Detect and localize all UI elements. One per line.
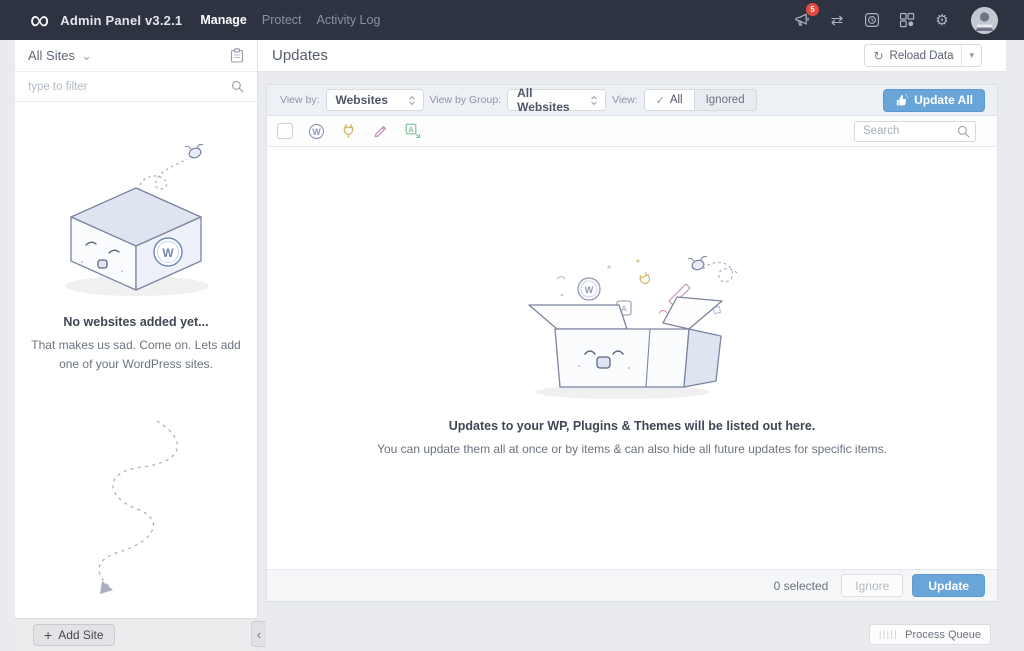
page-title: Updates (272, 47, 328, 64)
update-button[interactable]: Update (912, 574, 985, 597)
svg-text:W: W (585, 285, 594, 295)
dotted-squiggle-decoration (57, 416, 197, 606)
check-icon: ✓ (656, 94, 665, 107)
view-all-label: All (670, 94, 683, 106)
sidebar-filter-row (15, 72, 257, 102)
sites-dropdown-row: All Sites ⌄ (15, 40, 257, 72)
sync-icon[interactable]: ⇄ (827, 10, 847, 30)
view-by-group-value: All Websites (517, 86, 581, 114)
view-ignored-label: Ignored (706, 94, 745, 106)
reload-label: Reload Data (890, 50, 962, 62)
view-label: View: (612, 94, 638, 106)
empty-state-subtitle: You can update them all at once or by it… (377, 442, 887, 456)
updates-toolbar: W A (267, 116, 997, 147)
select-arrows-icon (589, 94, 599, 107)
queue-bars-icon: ||||| (879, 630, 898, 639)
thumbs-up-icon (895, 94, 908, 107)
view-toggle-group: ✓ All Ignored (644, 89, 757, 111)
update-all-button[interactable]: Update All (883, 89, 985, 112)
process-queue-button[interactable]: ||||| Process Queue (869, 624, 991, 645)
navbar-icons: 5 ⇄ ⚙ (792, 7, 998, 34)
updates-filter-bar: View by: Websites View by Group: All Web… (267, 85, 997, 116)
settings-gear-icon[interactable]: ⚙ (932, 10, 952, 30)
select-all-checkbox[interactable] (277, 123, 293, 139)
sites-sidebar: All Sites ⌄ (15, 40, 258, 651)
main-nav: Manage Protect Activity Log (200, 13, 380, 27)
svg-text:W: W (312, 127, 321, 137)
view-all-toggle[interactable]: ✓ All (645, 90, 695, 110)
site-filter-input[interactable] (28, 81, 244, 93)
caret-down-icon[interactable]: ▾ (962, 50, 981, 61)
top-navbar: ∞ Admin Panel v3.2.1 Manage Protect Acti… (0, 0, 1024, 40)
plus-icon: + (44, 628, 52, 642)
sidebar-empty-title: No websites added yet... (15, 315, 257, 329)
empty-box-illustration: W (49, 138, 224, 303)
announcements-icon[interactable]: 5 (792, 10, 812, 30)
view-by-group-select[interactable]: All Websites (507, 89, 606, 111)
user-avatar[interactable] (971, 7, 998, 34)
nav-protect[interactable]: Protect (262, 13, 302, 27)
view-ignored-toggle[interactable]: Ignored (695, 90, 756, 110)
plugin-filter-icon[interactable] (340, 123, 357, 140)
infinity-logo-icon: ∞ (30, 2, 49, 38)
open-box-illustration: W A (517, 251, 747, 401)
translation-filter-icon[interactable]: A (404, 123, 421, 140)
reload-icon: ↻ (865, 49, 889, 63)
ignore-button[interactable]: Ignore (841, 574, 903, 597)
view-by-value: Websites (336, 93, 399, 107)
nav-activity-log[interactable]: Activity Log (317, 13, 381, 27)
empty-state: W A (267, 251, 997, 456)
fly-icon (185, 144, 203, 159)
sidebar-footer: + Add Site (15, 618, 257, 651)
add-site-label: Add Site (58, 628, 103, 642)
wordpress-filter-icon[interactable]: W (308, 123, 325, 140)
updates-content: W A (267, 147, 997, 569)
svg-text:W: W (162, 246, 174, 260)
view-by-label: View by: (280, 94, 320, 106)
fly-icon (688, 256, 707, 271)
view-by-select[interactable]: Websites (326, 89, 424, 111)
bulk-actions-footer: 0 selected Ignore Update (267, 569, 997, 601)
sidebar-empty-body: That makes us sad. Come on. Lets add one… (30, 336, 242, 373)
view-by-group-label: View by Group: (430, 94, 502, 106)
clipboard-icon[interactable] (230, 48, 244, 63)
selected-count: 0 selected (774, 579, 829, 593)
apps-grid-icon[interactable] (897, 10, 917, 30)
svg-text:A: A (621, 305, 627, 314)
brand-title: Admin Panel v3.2.1 (60, 13, 182, 28)
update-all-label: Update All (914, 93, 973, 107)
plugin-confetti (638, 272, 651, 285)
notification-badge: 5 (806, 3, 819, 16)
updates-panel: View by: Websites View by Group: All Web… (266, 84, 998, 602)
table-search (854, 121, 976, 142)
process-queue-label: Process Queue (905, 629, 981, 641)
search-icon (231, 80, 244, 98)
add-site-button[interactable]: + Add Site (33, 624, 115, 646)
sites-dropdown[interactable]: All Sites (28, 48, 75, 63)
chevron-down-icon[interactable]: ⌄ (81, 51, 92, 61)
theme-filter-icon[interactable] (372, 123, 389, 140)
nav-manage[interactable]: Manage (200, 13, 247, 27)
backup-history-icon[interactable] (862, 10, 882, 30)
main-header: Updates ↻ Reload Data ▾ (258, 40, 1006, 72)
sidebar-collapse-toggle[interactable]: ‹ (251, 621, 266, 647)
search-icon (957, 125, 970, 143)
svg-text:A: A (408, 125, 414, 134)
select-arrows-icon (407, 94, 417, 107)
empty-state-title: Updates to your WP, Plugins & Themes wil… (449, 419, 816, 433)
reload-data-button[interactable]: ↻ Reload Data ▾ (864, 44, 982, 67)
